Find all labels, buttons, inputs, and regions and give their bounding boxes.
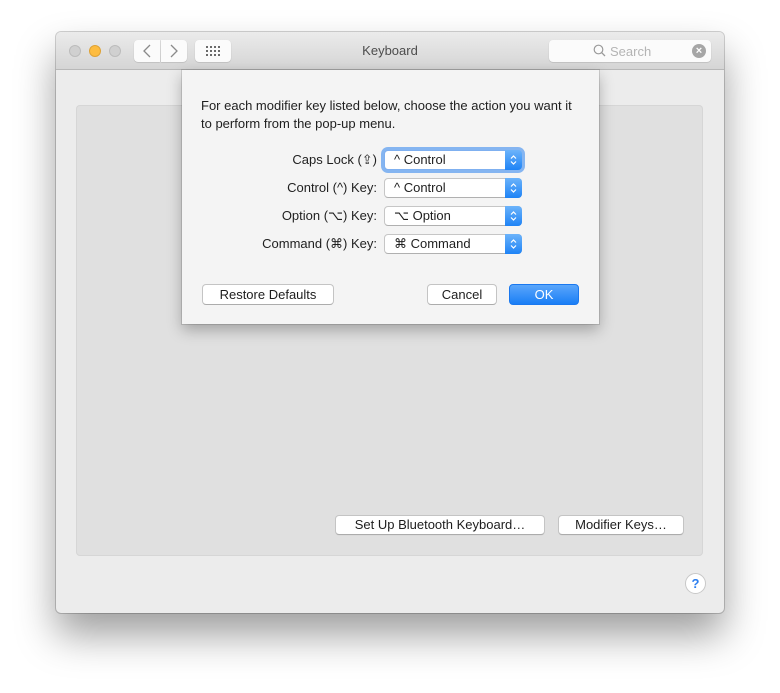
modifier-keys-sheet: For each modifier key listed below, choo… <box>182 70 599 324</box>
command-key-popup[interactable]: ⌘ Command <box>384 234 522 254</box>
control-key-popup[interactable]: ^ Control <box>384 178 522 198</box>
option-key-popup[interactable]: ⌥ Option <box>384 206 522 226</box>
restore-defaults-button[interactable]: Restore Defaults <box>202 284 334 305</box>
help-button[interactable]: ? <box>685 573 706 594</box>
sheet-instructions: For each modifier key listed below, choo… <box>201 98 572 131</box>
option-key-label: Option (⌥) Key: <box>281 208 377 223</box>
title-bar: Keyboard Search × <box>56 32 724 70</box>
search-field[interactable]: Search × <box>549 40 711 62</box>
search-placeholder: Search <box>610 44 652 59</box>
option-key-value: ⌥ Option <box>394 208 451 223</box>
control-key-value: ^ Control <box>394 180 446 195</box>
modifier-keys-button[interactable]: Modifier Keys… <box>558 515 684 535</box>
clear-search-icon[interactable]: × <box>692 44 706 58</box>
caps-lock-popup[interactable]: ^ Control <box>384 150 522 170</box>
popup-arrows-icon <box>505 206 522 226</box>
ok-button[interactable]: OK <box>509 284 579 305</box>
command-key-value: ⌘ Command <box>394 236 471 251</box>
command-key-label: Command (⌘) Key: <box>262 236 377 251</box>
popup-arrows-icon <box>505 150 522 170</box>
cancel-button[interactable]: Cancel <box>427 284 497 305</box>
set-up-bluetooth-keyboard-button[interactable]: Set Up Bluetooth Keyboard… <box>335 515 545 535</box>
popup-arrows-icon <box>505 178 522 198</box>
control-key-label: Control (^) Key: <box>287 180 377 195</box>
search-icon <box>593 44 606 57</box>
caps-lock-value: ^ Control <box>394 152 446 167</box>
popup-arrows-icon <box>505 234 522 254</box>
caps-lock-label: Caps Lock (⇪) <box>292 152 377 167</box>
